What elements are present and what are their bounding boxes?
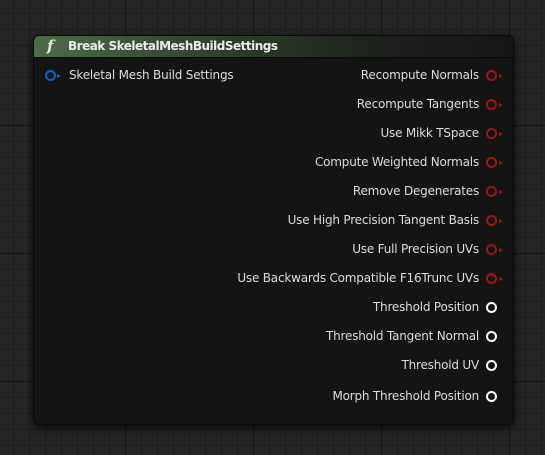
- output-pin-label: Threshold Position: [372, 300, 479, 314]
- output-pin-label: Threshold Tangent Normal: [326, 329, 479, 343]
- bool-pin-icon[interactable]: [486, 215, 497, 226]
- float-pin-icon[interactable]: [486, 331, 497, 342]
- pin-arrow-icon: [499, 74, 503, 78]
- output-pin-row[interactable]: Threshold Position: [34, 300, 513, 316]
- output-pin-label: Use Full Precision UVs: [352, 242, 479, 256]
- float-pin-icon[interactable]: [486, 302, 497, 313]
- output-pin-row[interactable]: Recompute Normals: [34, 68, 513, 84]
- output-pin-row[interactable]: Use Backwards Compatible F16Trunc UVs: [34, 271, 513, 287]
- bool-pin-icon[interactable]: [486, 70, 497, 81]
- output-pin-label: Use Backwards Compatible F16Trunc UVs: [237, 271, 479, 285]
- break-struct-node[interactable]: f Break SkeletalMeshBuildSettings Skelet…: [33, 35, 514, 425]
- output-pin-label: Threshold UV: [401, 358, 479, 372]
- output-pin-row[interactable]: Threshold UV: [34, 358, 513, 374]
- bool-pin-icon[interactable]: [486, 273, 497, 284]
- bool-pin-icon[interactable]: [486, 157, 497, 168]
- output-pin-row[interactable]: Compute Weighted Normals: [34, 155, 513, 171]
- pin-arrow-icon: [499, 132, 503, 136]
- output-pin-row[interactable]: Morph Threshold Position: [34, 389, 513, 405]
- bool-pin-icon[interactable]: [486, 244, 497, 255]
- pin-arrow-icon: [499, 277, 503, 281]
- output-pin-label: Use Mikk TSpace: [380, 126, 479, 140]
- pin-arrow-icon: [499, 161, 503, 165]
- pin-arrow-icon: [499, 190, 503, 194]
- node-title: Break SkeletalMeshBuildSettings: [68, 39, 278, 53]
- output-pin-row[interactable]: Use High Precision Tangent Basis: [34, 213, 513, 229]
- pin-arrow-icon: [499, 248, 503, 252]
- pin-arrow-icon: [499, 219, 503, 223]
- bool-pin-icon[interactable]: [486, 186, 497, 197]
- function-icon: f: [47, 37, 54, 55]
- bool-pin-icon[interactable]: [486, 99, 497, 110]
- output-pin-label: Remove Degenerates: [352, 184, 479, 198]
- float-pin-icon[interactable]: [486, 391, 497, 402]
- output-pin-row[interactable]: Use Mikk TSpace: [34, 126, 513, 142]
- pin-arrow-icon: [499, 103, 503, 107]
- bool-pin-icon[interactable]: [486, 128, 497, 139]
- output-pin-row[interactable]: Remove Degenerates: [34, 184, 513, 200]
- output-pin-row[interactable]: Recompute Tangents: [34, 97, 513, 113]
- output-pin-label: Use High Precision Tangent Basis: [287, 213, 480, 227]
- output-pin-row[interactable]: Use Full Precision UVs: [34, 242, 513, 258]
- output-pin-label: Morph Threshold Position: [332, 389, 479, 403]
- output-pin-row[interactable]: Threshold Tangent Normal: [34, 329, 513, 345]
- output-pin-label: Recompute Normals: [360, 68, 479, 82]
- float-pin-icon[interactable]: [486, 360, 497, 371]
- node-header[interactable]: f Break SkeletalMeshBuildSettings: [34, 36, 513, 58]
- output-pin-label: Compute Weighted Normals: [314, 155, 479, 169]
- output-pin-label: Recompute Tangents: [356, 97, 479, 111]
